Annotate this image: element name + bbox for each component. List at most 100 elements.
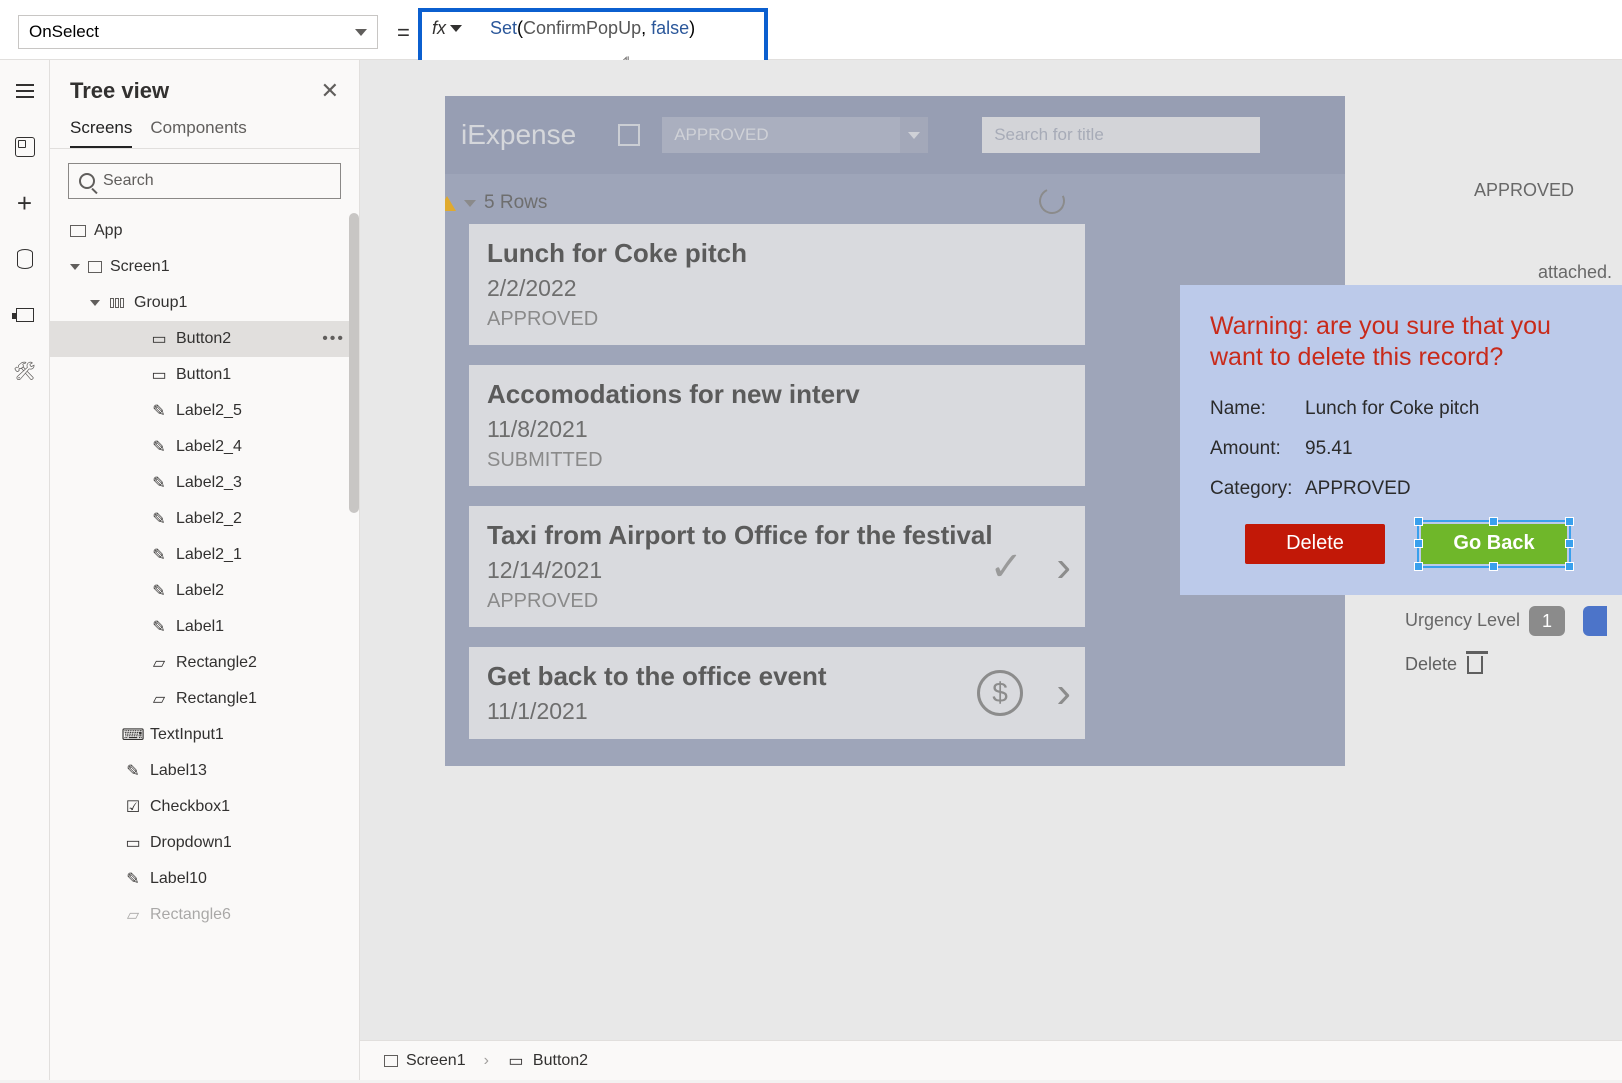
tree-node-label2-3[interactable]: ✎ Label2_3 [50, 465, 359, 501]
hamburger-icon[interactable] [14, 80, 36, 102]
tree-node-rectangle2[interactable]: ▱Rectangle2 [50, 645, 359, 681]
tree-node-label13[interactable]: ✎Label13 [50, 753, 359, 789]
tree-search-input[interactable]: Search [68, 163, 341, 199]
chevron-down-icon [450, 25, 462, 32]
media-icon[interactable] [14, 304, 36, 326]
tree-view-panel: Tree view ✕ Screens Components Search Ap… [50, 60, 360, 1080]
formula-input-wrap: fx Set(ConfirmPopUp, false) ⥮ [418, 8, 768, 68]
delete-label: Delete [1405, 654, 1457, 675]
expense-list: Lunch for Coke pitch 2/2/2022 APPROVED A… [469, 224, 1085, 754]
delete-row[interactable]: Delete [1405, 654, 1483, 675]
label-icon: ✎ [124, 872, 142, 886]
list-item[interactable]: Lunch for Coke pitch 2/2/2022 APPROVED [469, 224, 1085, 345]
tab-screens[interactable]: Screens [70, 118, 132, 148]
tree-label: Dropdown1 [150, 834, 232, 852]
breadcrumb-screen1[interactable]: Screen1 [370, 1046, 480, 1076]
tree-tabs: Screens Components [50, 110, 359, 149]
tree-label: Screen1 [110, 258, 170, 276]
warning-icon [445, 196, 456, 211]
card-status: SUBMITTED [487, 449, 1067, 472]
list-item[interactable]: Accomodations for new interv 11/8/2021 S… [469, 365, 1085, 486]
button-icon: ▭ [507, 1054, 525, 1068]
tree-node-label2-5[interactable]: ✎Label2_5 [50, 393, 359, 429]
property-selector[interactable]: OnSelect [18, 15, 378, 49]
textinput-icon: ⌨ [124, 728, 142, 742]
tree-node-button1[interactable]: ▭Button1 [50, 357, 359, 393]
card-title: Lunch for Coke pitch [487, 238, 1067, 269]
dollar-icon: $ [977, 670, 1023, 716]
label-icon: ✎ [150, 404, 168, 418]
scrollbar-thumb[interactable] [349, 213, 359, 513]
label-icon: ✎ [150, 512, 168, 526]
chevron-right-icon[interactable]: › [1056, 542, 1071, 592]
tree-node-label1[interactable]: ✎ Label1 [50, 609, 359, 645]
tree-node-textinput1[interactable]: ⌨ TextInput1 [50, 717, 359, 753]
list-item[interactable]: Taxi from Airport to Office for the fest… [469, 506, 1085, 627]
tree-view-icon[interactable] [14, 136, 36, 158]
tree-node-label10[interactable]: ✎ Label10 [50, 861, 359, 897]
tree-node-checkbox1[interactable]: ☑ Checkbox1 [50, 789, 359, 825]
tree-label: Label2_2 [176, 510, 242, 528]
breadcrumb-tabs: Screen1 › ▭Button2 [360, 1040, 1622, 1080]
data-icon[interactable] [14, 248, 36, 270]
card-date: 11/8/2021 [487, 416, 1067, 443]
tools-icon[interactable]: 🛠 [14, 360, 36, 382]
tree-label: Checkbox1 [150, 798, 230, 816]
tree-body: App Screen1 Group1 ▭Button2••• ▭Button1 … [50, 213, 359, 1083]
chevron-down-icon [355, 29, 367, 36]
tree-node-dropdown1[interactable]: ▭ Dropdown1 [50, 825, 359, 861]
tree-node-label2-4[interactable]: ✎Label2_4 [50, 429, 359, 465]
card-status: APPROVED [487, 308, 1067, 331]
chevron-right-icon[interactable]: › [1056, 668, 1071, 718]
formula-identifier: ConfirmPopUp [523, 18, 641, 38]
urgency-pill-1[interactable]: 1 [1529, 606, 1565, 636]
tree-node-button2[interactable]: ▭Button2••• [50, 321, 359, 357]
card-date: 12/14/2021 [487, 557, 1067, 584]
popup-amount-value: 95.41 [1305, 438, 1353, 460]
dropdown-icon: ▭ [124, 836, 142, 850]
label-icon: ✎ [150, 476, 168, 490]
list-item[interactable]: Get back to the office event 11/1/2021 $… [469, 647, 1085, 739]
breadcrumb-button2[interactable]: ▭ Button2 [493, 1046, 602, 1076]
rows-header: 5 Rows [445, 192, 547, 214]
tree-node-label2[interactable]: ✎Label2 [50, 573, 359, 609]
label-icon: ✎ [150, 584, 168, 598]
urgency-label: Urgency Level [1405, 610, 1520, 631]
tree-node-rectangle6[interactable]: ▱Rectangle6 [50, 897, 359, 933]
breadcrumb-label: Button2 [533, 1052, 588, 1070]
tree-view-title: Tree view [70, 78, 169, 104]
breadcrumb-label: Screen1 [406, 1052, 466, 1070]
tree-label: TextInput1 [150, 726, 224, 744]
tree-label: Rectangle2 [176, 654, 257, 672]
tree-label: Label2_3 [176, 474, 242, 492]
urgency-pill-2[interactable] [1583, 606, 1607, 636]
fx-button[interactable]: fx [432, 18, 462, 39]
chevron-down-icon [464, 200, 476, 207]
trash-icon [1467, 656, 1483, 674]
tab-components[interactable]: Components [150, 118, 246, 148]
tree-node-screen1[interactable]: Screen1 [50, 249, 359, 285]
tree-node-group1[interactable]: Group1 [50, 285, 359, 321]
go-back-button[interactable]: Go Back [1421, 524, 1567, 564]
insert-icon[interactable]: + [14, 192, 36, 214]
popup-category-key: Category: [1210, 478, 1305, 500]
formula-text[interactable]: Set(ConfirmPopUp, false) [490, 18, 695, 40]
tree-node-label2-2[interactable]: ✎ Label2_2 [50, 501, 359, 537]
canvas[interactable]: iExpense APPROVED Search for title 5 Row… [360, 60, 1622, 1040]
button-icon: ▭ [150, 368, 168, 382]
detail-status: APPROVED [1474, 180, 1574, 201]
label-icon: ✎ [124, 764, 142, 778]
tree-node-rectangle1[interactable]: ▱ Rectangle1 [50, 681, 359, 717]
label-icon: ✎ [150, 620, 168, 634]
tree-node-app[interactable]: App [50, 213, 359, 249]
more-icon[interactable]: ••• [322, 330, 345, 348]
tree-label: Label1 [176, 618, 224, 636]
tree-label: Rectangle1 [176, 690, 257, 708]
delete-button[interactable]: Delete [1245, 524, 1385, 564]
tree-label: Label10 [150, 870, 207, 888]
close-icon[interactable]: ✕ [321, 78, 339, 104]
rectangle-icon: ▱ [150, 692, 168, 706]
tree-node-label2-1[interactable]: ✎Label2_1 [50, 537, 359, 573]
popup-warning-text: Warning: are you sure that you want to d… [1210, 311, 1602, 374]
checkbox-icon: ☑ [124, 800, 142, 814]
